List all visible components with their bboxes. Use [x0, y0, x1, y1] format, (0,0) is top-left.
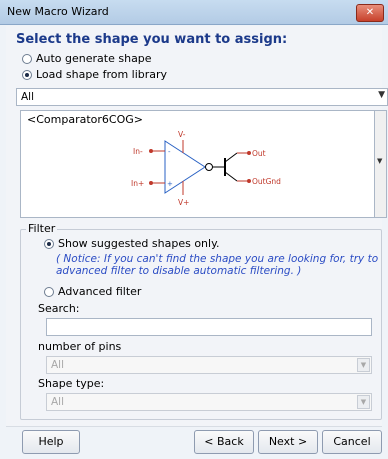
shape-type-label: Shape type: [38, 377, 105, 390]
pin-dot [149, 181, 153, 185]
chevron-down-icon: ▼ [378, 90, 385, 100]
filter-notice-line2: advanced filter to disable automatic fil… [56, 265, 302, 277]
preview-scrollbar[interactable]: ▼ [375, 110, 387, 218]
comparator-symbol-icon: V- V+ In- In+ Out OutGnd - + [131, 130, 281, 207]
cancel-button[interactable]: Cancel [322, 430, 382, 454]
library-dropdown[interactable]: All ▼ [16, 88, 388, 106]
load-library-label: Load shape from library [36, 68, 168, 81]
shape-type-dropdown-value: All [51, 396, 65, 408]
shape-type-dropdown[interactable]: All ▼ [46, 393, 372, 411]
auto-generate-option[interactable]: Auto generate shape [22, 52, 222, 66]
load-library-radio[interactable] [22, 70, 32, 80]
show-suggested-label: Show suggested shapes only. [58, 237, 220, 250]
load-library-option[interactable]: Load shape from library [22, 68, 222, 82]
scroll-down-icon[interactable]: ▼ [377, 157, 382, 165]
window-title: New Macro Wizard [7, 5, 109, 18]
plus-sign: + [167, 180, 173, 188]
show-suggested-radio[interactable] [44, 239, 54, 249]
search-input[interactable] [46, 318, 372, 336]
pins-label: number of pins [38, 340, 122, 353]
advanced-filter-radio[interactable] [44, 287, 54, 297]
emitter-line [224, 171, 238, 182]
filter-notice-line1: ( Notice: If you can't find the shape yo… [56, 253, 379, 265]
auto-generate-label: Auto generate shape [36, 52, 152, 65]
page-heading: Select the shape you want to assign: [16, 32, 288, 47]
back-button[interactable]: < Back [194, 430, 254, 454]
advanced-filter-option[interactable]: Advanced filter [44, 285, 244, 299]
auto-generate-radio[interactable] [22, 54, 32, 64]
collector-line [224, 152, 238, 163]
chevron-down-icon: ▼ [357, 358, 370, 372]
advanced-filter-label: Advanced filter [58, 285, 142, 298]
chevron-down-icon: ▼ [357, 395, 370, 409]
pin-label-vminus: V- [178, 130, 186, 139]
search-label: Search: [38, 302, 80, 315]
inversion-bubble [205, 163, 213, 171]
filter-legend: Filter [26, 222, 58, 235]
filter-notice: ( Notice: If you can't find the shape yo… [56, 253, 380, 277]
pin-label-inminus: In- [133, 147, 143, 156]
pin-label-out: Out [252, 149, 266, 158]
pin-dot [149, 149, 153, 153]
close-button[interactable]: ✕ [356, 4, 384, 22]
pin-label-outgnd: OutGnd [252, 177, 281, 186]
button-divider [6, 426, 382, 427]
pin-label-inplus: In+ [131, 179, 144, 188]
pin-dot [247, 151, 251, 155]
shape-preview[interactable]: <Comparator6COG> V- V+ In- In+ Out OutGn… [20, 110, 375, 218]
pin-label-vplus: V+ [178, 198, 189, 207]
pin-dot [247, 179, 251, 183]
help-button[interactable]: Help [22, 430, 80, 454]
next-button[interactable]: Next > [258, 430, 318, 454]
pins-dropdown[interactable]: All ▼ [46, 356, 372, 374]
pins-dropdown-value: All [51, 359, 65, 371]
show-suggested-option[interactable]: Show suggested shapes only. [44, 237, 304, 251]
shape-name: <Comparator6COG> [27, 113, 143, 126]
library-dropdown-value: All [21, 91, 35, 103]
